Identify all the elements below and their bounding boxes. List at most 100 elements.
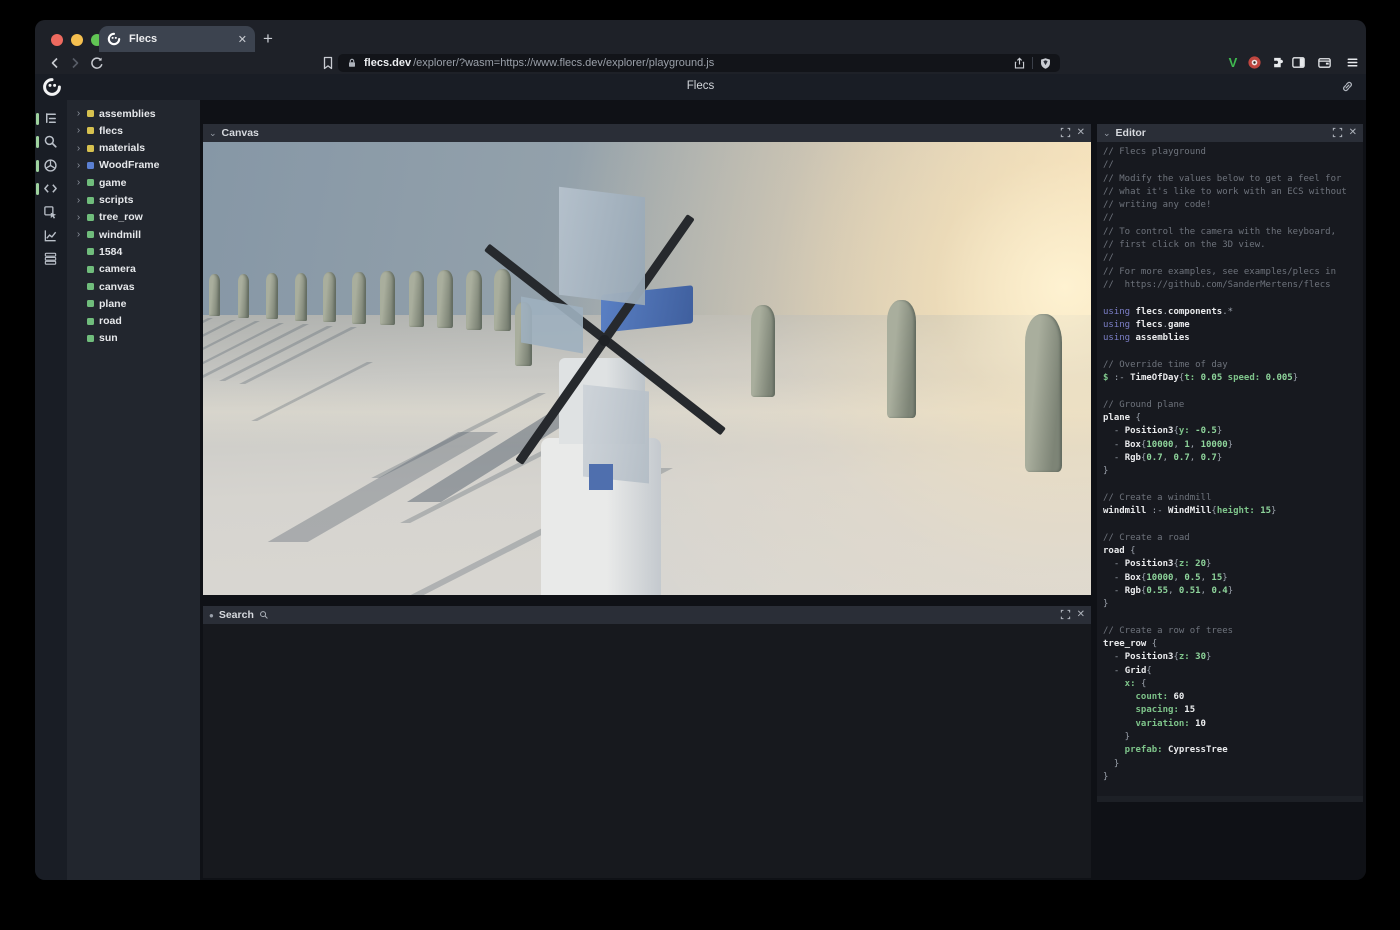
code-line: // Create a windmill	[1103, 492, 1363, 505]
code-line: // first click on the 3D view.	[1103, 239, 1363, 252]
app-header: Flecs	[35, 74, 1366, 100]
expand-chevron-icon[interactable]: ›	[75, 212, 82, 223]
code-line: }	[1103, 731, 1363, 744]
tree-item-sun[interactable]: sun	[67, 330, 200, 347]
entity-color-square	[87, 162, 94, 169]
expand-chevron-icon[interactable]: ›	[75, 108, 82, 119]
back-icon[interactable]	[47, 55, 63, 71]
url-path: /explorer/?wasm=https://www.flecs.dev/ex…	[413, 57, 1007, 69]
tree-item-assemblies[interactable]: › assemblies	[67, 105, 200, 122]
expand-chevron-icon[interactable]: ›	[75, 195, 82, 206]
close-window-button[interactable]	[51, 34, 63, 46]
tab-close-icon[interactable]: ✕	[238, 33, 247, 46]
expand-chevron-icon[interactable]: ›	[75, 143, 82, 154]
tab-favicon-flecs-icon	[107, 32, 121, 46]
bookmark-icon[interactable]	[320, 55, 336, 71]
toolbar-item-chart[interactable]	[35, 226, 67, 246]
code-line	[1103, 518, 1363, 531]
tree-item-windmill[interactable]: › windmill	[67, 226, 200, 243]
code-line: // Flecs playground	[1103, 146, 1363, 159]
tree-item-1584[interactable]: 1584	[67, 243, 200, 260]
share-icon[interactable]	[1013, 57, 1026, 70]
tree-item-label: windmill	[99, 229, 141, 241]
code-line	[1103, 345, 1363, 358]
tree-item-canvas[interactable]: canvas	[67, 278, 200, 295]
toolbar-item-stats[interactable]	[35, 249, 67, 269]
new-tab-button[interactable]: +	[263, 26, 273, 52]
tree-item-WoodFrame[interactable]: ›WoodFrame	[67, 157, 200, 174]
code-line: - Box{10000, 1, 10000}	[1103, 439, 1363, 452]
explorer-content: › assemblies ›flecs›materials›WoodFrame›ga…	[35, 100, 1366, 880]
browser-navbar: flecs.dev /explorer/?wasm=https://www.fl…	[35, 52, 1366, 74]
close-icon[interactable]: ✕	[1077, 127, 1085, 139]
toolbar-item-query-search[interactable]	[35, 132, 67, 152]
tree-item-game[interactable]: ›game	[67, 174, 200, 191]
toolbar-item-inspector[interactable]	[35, 203, 67, 223]
code-line: windmill :- WindMill{height: 15}	[1103, 505, 1363, 518]
chevron-down-icon[interactable]: ⌄	[209, 128, 217, 139]
code-line: prefab: CypressTree	[1103, 744, 1363, 757]
entity-color-square	[87, 127, 94, 134]
chevron-down-icon[interactable]: ⌄	[1103, 128, 1111, 139]
expand-chevron-icon[interactable]: ›	[75, 160, 82, 171]
forward-icon[interactable]	[67, 55, 83, 71]
entity-color-square	[87, 197, 94, 204]
search-panel-body[interactable]	[203, 624, 1091, 878]
code-line: }	[1103, 598, 1363, 611]
minimize-window-button[interactable]	[71, 34, 83, 46]
tree-item-label: sun	[99, 332, 118, 344]
expand-chevron-icon[interactable]: ›	[75, 229, 82, 240]
tree-item-label: canvas	[99, 281, 135, 293]
page-title: Flecs	[35, 80, 1366, 92]
tree-item-label: tree_row	[99, 211, 143, 223]
code-line: // Ground plane	[1103, 399, 1363, 412]
browser-tab-bar: Flecs ✕ +	[35, 20, 1366, 52]
tree-item-plane[interactable]: plane	[67, 295, 200, 312]
close-icon[interactable]: ✕	[1349, 127, 1357, 139]
fullscreen-icon[interactable]	[1060, 127, 1072, 139]
browser-tab[interactable]: Flecs ✕	[99, 26, 255, 52]
brave-shield-icon[interactable]	[1039, 57, 1052, 70]
entity-color-square	[87, 266, 94, 273]
expand-chevron-icon[interactable]: ›	[75, 125, 82, 136]
tree-item-flecs[interactable]: ›flecs	[67, 122, 200, 139]
tree-item-camera[interactable]: camera	[67, 261, 200, 278]
fullscreen-icon[interactable]	[1332, 127, 1344, 139]
code-line: // what it's like to work with an ECS wi…	[1103, 186, 1363, 199]
entity-color-square	[87, 283, 94, 290]
collapsed-bullet-icon[interactable]: ●	[209, 611, 214, 620]
close-icon[interactable]: ✕	[1077, 609, 1085, 621]
wallet-icon[interactable]	[1317, 55, 1333, 71]
tree-item-label: assemblies	[99, 108, 156, 120]
code-line: }	[1103, 771, 1363, 784]
canvas-panel-header: ⌄ Canvas ✕	[203, 124, 1091, 142]
extensions-puzzle-icon[interactable]	[1269, 55, 1285, 71]
url-bar[interactable]: flecs.dev /explorer/?wasm=https://www.fl…	[338, 54, 1060, 72]
active-indicator	[36, 136, 39, 148]
sidebar-icon[interactable]	[1291, 55, 1307, 71]
toolbar-item-canvas-3d[interactable]	[35, 156, 67, 176]
tree-item-road[interactable]: road	[67, 313, 200, 330]
menu-icon[interactable]	[1345, 55, 1361, 71]
code-line: // writing any code!	[1103, 199, 1363, 212]
reload-icon[interactable]	[89, 55, 105, 71]
vue-devtools-icon[interactable]: V	[1225, 55, 1241, 71]
tree-item-scripts[interactable]: ›scripts	[67, 192, 200, 209]
tree-item-label: plane	[99, 298, 126, 310]
toolbar-item-code-editor[interactable]	[35, 179, 67, 199]
editor-panel-header: ⌄ Editor ✕	[1097, 124, 1363, 142]
expand-chevron-icon[interactable]: ›	[75, 177, 82, 188]
code-line	[1103, 292, 1363, 305]
code-line: //	[1103, 159, 1363, 172]
toolbar-item-entity-tree[interactable]	[35, 109, 67, 129]
lock-icon	[346, 57, 358, 69]
canvas-3d-view[interactable]	[203, 142, 1091, 595]
tree-item-tree_row[interactable]: › tree_row	[67, 209, 200, 226]
search-panel-header: ● Search ✕	[203, 606, 1091, 624]
code-editor[interactable]: // Flecs playground//// Modify the value…	[1097, 142, 1363, 802]
code-line: }	[1103, 465, 1363, 478]
tree-item-materials[interactable]: ›materials	[67, 140, 200, 157]
share-link-icon[interactable]	[1340, 79, 1355, 94]
extension-red-icon[interactable]	[1247, 55, 1263, 71]
fullscreen-icon[interactable]	[1060, 609, 1072, 621]
